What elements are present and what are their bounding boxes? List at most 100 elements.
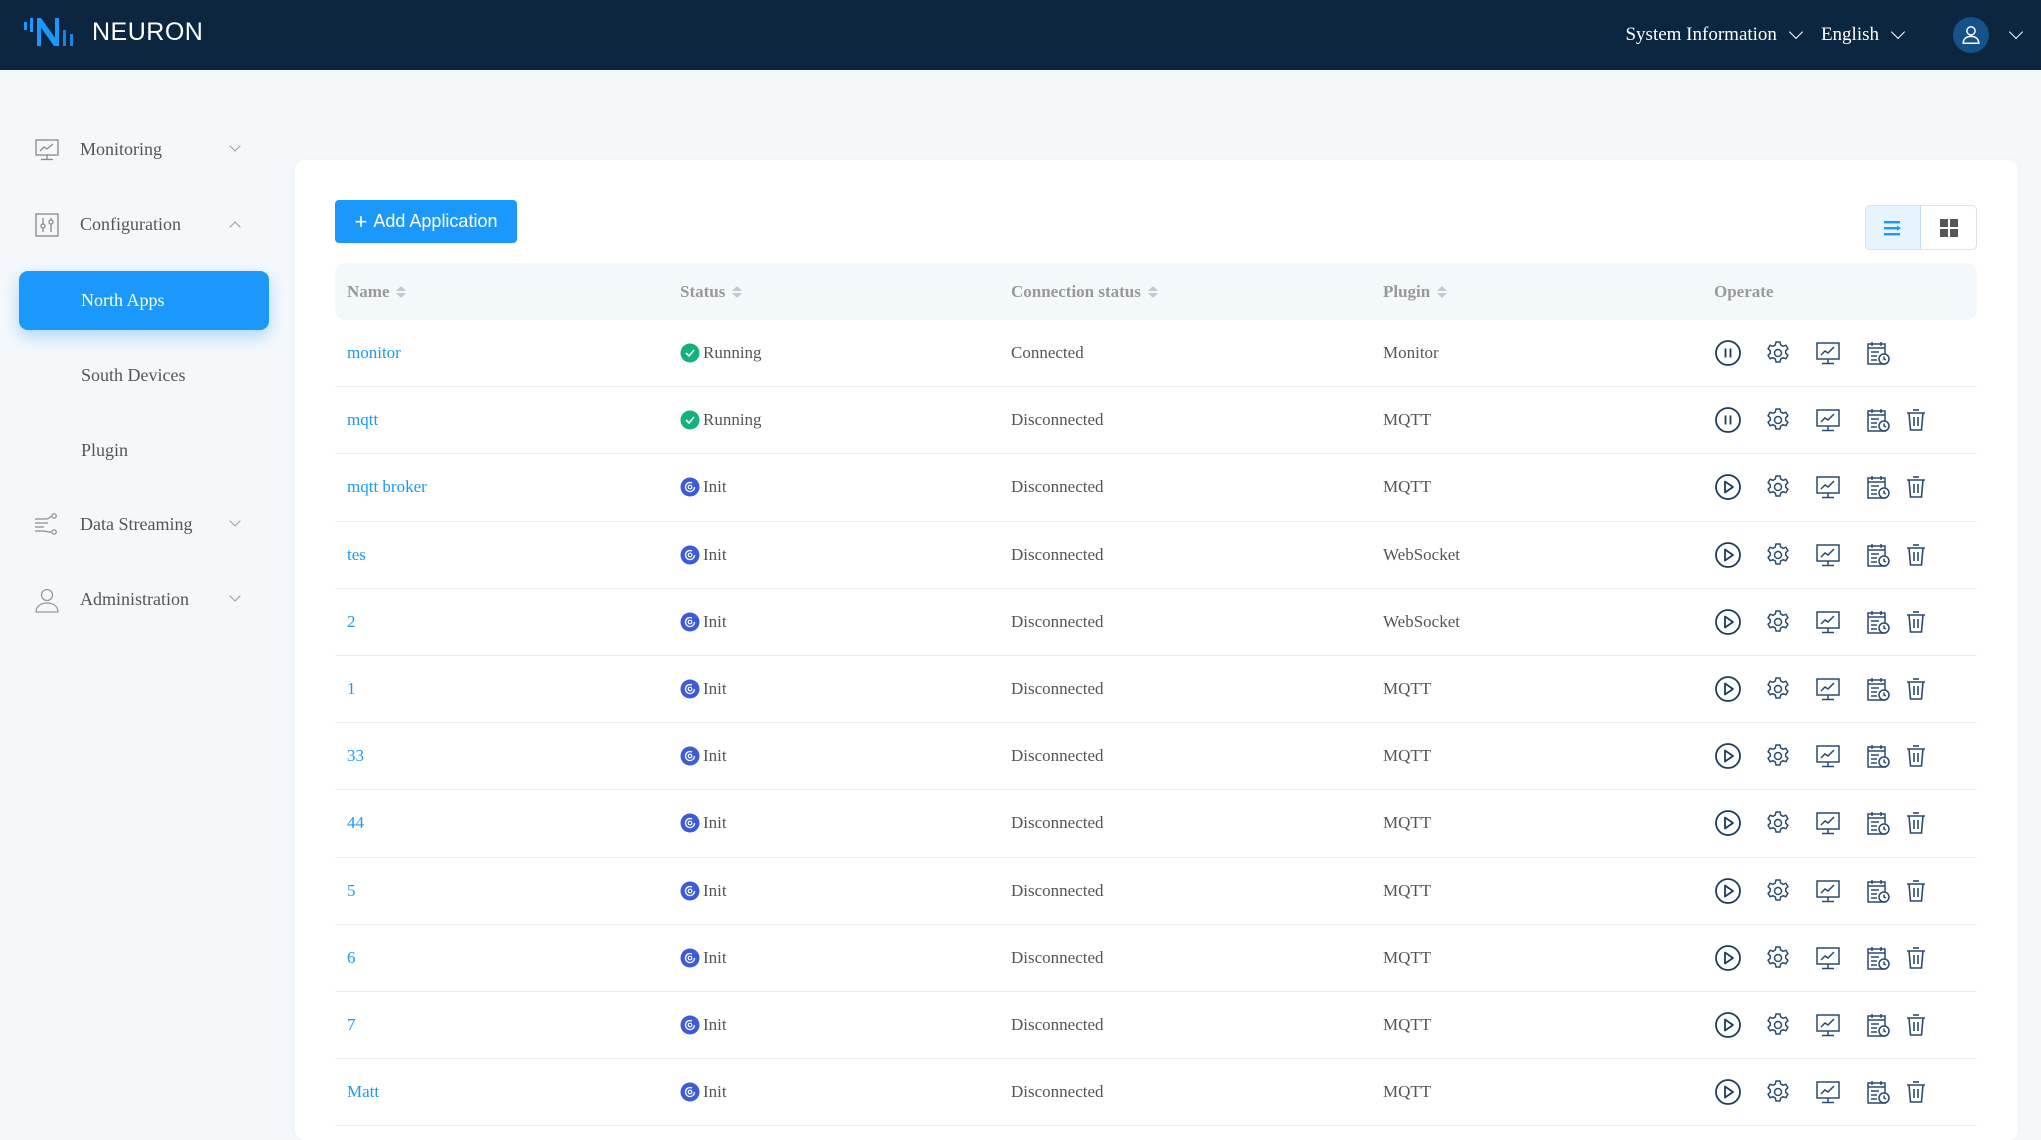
settings-button[interactable] (1764, 1078, 1792, 1106)
subscription-button[interactable] (1864, 809, 1892, 837)
status-cell: Init (680, 679, 727, 699)
app-name-link[interactable]: 7 (347, 1015, 356, 1035)
settings-button[interactable] (1764, 877, 1792, 905)
delete-button[interactable] (1902, 541, 1930, 569)
app-name-link[interactable]: 6 (347, 948, 356, 968)
delete-button[interactable] (1902, 1011, 1930, 1039)
app-name-link[interactable]: mqtt broker (347, 477, 427, 497)
start-button[interactable] (1714, 944, 1742, 972)
settings-button[interactable] (1764, 608, 1792, 636)
subscription-button[interactable] (1864, 944, 1892, 972)
delete-button[interactable] (1902, 809, 1930, 837)
app-name-link[interactable]: 2 (347, 612, 356, 632)
delete-button[interactable] (1902, 406, 1930, 434)
sidebar-item-north-apps[interactable]: North Apps (19, 271, 269, 330)
monitoring-button[interactable] (1814, 1011, 1842, 1039)
subscription-button[interactable] (1864, 1011, 1892, 1039)
settings-button[interactable] (1764, 339, 1792, 367)
operations (1714, 608, 1952, 636)
monitoring-button[interactable] (1814, 339, 1842, 367)
subscription-button[interactable] (1864, 541, 1892, 569)
delete-button[interactable] (1902, 1078, 1930, 1106)
pause-button[interactable] (1714, 406, 1742, 434)
settings-button[interactable] (1764, 944, 1792, 972)
logo[interactable]: NEURON (22, 14, 203, 50)
monitoring-button[interactable] (1814, 608, 1842, 636)
sort-icon[interactable] (396, 285, 407, 298)
column-header-operate: Operate (1714, 282, 1773, 302)
subscription-button[interactable] (1864, 675, 1892, 703)
settings-button[interactable] (1764, 406, 1792, 434)
monitoring-button[interactable] (1814, 473, 1842, 501)
settings-button[interactable] (1764, 541, 1792, 569)
table-row: 2 Init Disconnected WebSocket (335, 589, 1977, 656)
sort-icon[interactable] (732, 285, 743, 298)
start-button[interactable] (1714, 1078, 1742, 1106)
monitoring-button[interactable] (1814, 742, 1842, 770)
app-name-link[interactable]: 5 (347, 881, 356, 901)
settings-button[interactable] (1764, 675, 1792, 703)
start-button[interactable] (1714, 742, 1742, 770)
subscription-button[interactable] (1864, 742, 1892, 770)
start-button[interactable] (1714, 608, 1742, 636)
delete-button[interactable] (1902, 742, 1930, 770)
sidebar-item-configuration[interactable]: Configuration (19, 195, 269, 254)
system-information-menu[interactable]: System Information (1625, 24, 1804, 46)
monitoring-button[interactable] (1814, 541, 1842, 569)
card-view-button[interactable] (1921, 206, 1976, 249)
sidebar-item-data-streaming[interactable]: Data Streaming (19, 495, 269, 554)
sidebar-item-monitoring[interactable]: Monitoring (19, 120, 269, 179)
monitoring-button[interactable] (1814, 944, 1842, 972)
settings-button[interactable] (1764, 809, 1792, 837)
delete-button[interactable] (1902, 877, 1930, 905)
subscription-button[interactable] (1864, 877, 1892, 905)
app-name-link[interactable]: Matt (347, 1082, 379, 1102)
app-name-link[interactable]: monitor (347, 343, 401, 363)
table-row: tes Init Disconnected WebSocket (335, 522, 1977, 589)
sidebar-item-plugin[interactable]: Plugin (19, 421, 269, 480)
monitoring-button[interactable] (1814, 406, 1842, 434)
language-menu[interactable]: English (1821, 24, 1906, 46)
start-button[interactable] (1714, 877, 1742, 905)
monitoring-button[interactable] (1814, 1078, 1842, 1106)
app-name-link[interactable]: 33 (347, 746, 364, 766)
app-name-link[interactable]: 44 (347, 813, 364, 833)
settings-button[interactable] (1764, 1011, 1792, 1039)
sort-icon[interactable] (1437, 285, 1448, 298)
monitoring-button[interactable] (1814, 809, 1842, 837)
trash-icon (1907, 678, 1925, 700)
subscription-button[interactable] (1864, 473, 1892, 501)
start-button[interactable] (1714, 809, 1742, 837)
column-header-plugin[interactable]: Plugin (1383, 282, 1448, 302)
play-circle-icon (1715, 944, 1741, 971)
delete-button[interactable] (1902, 608, 1930, 636)
sidebar-item-south-devices[interactable]: South Devices (19, 346, 269, 405)
column-header-connection-status[interactable]: Connection status (1011, 282, 1158, 302)
monitoring-button[interactable] (1814, 877, 1842, 905)
settings-button[interactable] (1764, 473, 1792, 501)
user-menu[interactable] (1923, 17, 2024, 53)
start-button[interactable] (1714, 473, 1742, 501)
app-name-link[interactable]: 1 (347, 679, 356, 699)
subscription-button[interactable] (1864, 406, 1892, 434)
monitoring-button[interactable] (1814, 675, 1842, 703)
settings-button[interactable] (1764, 742, 1792, 770)
subscription-button[interactable] (1864, 339, 1892, 367)
start-button[interactable] (1714, 1011, 1742, 1039)
start-button[interactable] (1714, 541, 1742, 569)
column-header-name[interactable]: Name (347, 282, 407, 302)
list-view-button[interactable] (1866, 206, 1922, 249)
sort-icon[interactable] (1147, 285, 1158, 298)
column-header-status[interactable]: Status (680, 282, 743, 302)
delete-button[interactable] (1902, 944, 1930, 972)
app-name-link[interactable]: mqtt (347, 410, 378, 430)
delete-button[interactable] (1902, 473, 1930, 501)
sidebar-item-administration[interactable]: Administration (19, 570, 269, 629)
subscription-button[interactable] (1864, 608, 1892, 636)
start-button[interactable] (1714, 675, 1742, 703)
app-name-link[interactable]: tes (347, 545, 366, 565)
subscription-button[interactable] (1864, 1078, 1892, 1106)
pause-button[interactable] (1714, 339, 1742, 367)
delete-button[interactable] (1902, 675, 1930, 703)
add-application-button[interactable]: + Add Application (335, 200, 517, 243)
